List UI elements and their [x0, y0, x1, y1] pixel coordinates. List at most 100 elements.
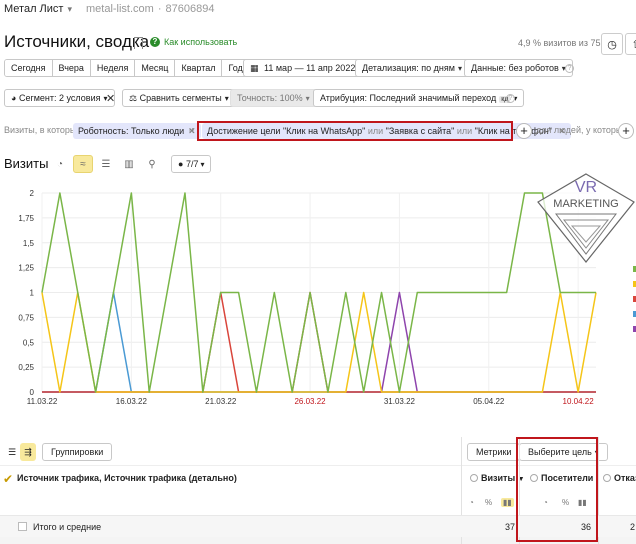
y-tick-label: 1,5: [23, 239, 35, 248]
chevron-down-icon: ▾: [305, 94, 310, 103]
x-tick-label: 11.03.22: [27, 397, 58, 406]
area-chart-icon[interactable]: ☰: [96, 155, 116, 173]
highlight-box-goals: [197, 121, 513, 141]
vr-marketing-logo: VR MARKETING: [537, 173, 635, 263]
percent-icon[interactable]: %: [485, 498, 492, 507]
x-tick-label: 31.03.22: [384, 397, 416, 406]
info-icon: [470, 474, 478, 482]
period-week[interactable]: Неделя: [90, 60, 136, 76]
y-tick-label: 0,75: [18, 313, 34, 322]
chip-label: Роботность: Только люди: [78, 126, 185, 136]
counter-id: 87606894: [165, 3, 215, 15]
pie-icon[interactable]: ◔: [469, 498, 474, 507]
map-pin-icon[interactable]: ⚲: [142, 155, 162, 173]
chevron-down-icon: ▾: [200, 160, 205, 169]
x-tick-label: 26.03.22: [294, 397, 326, 406]
x-tick-label: 10.04.22: [563, 397, 595, 406]
tree-view-icon[interactable]: ⇶: [20, 443, 36, 461]
separator-dot: ·: [157, 3, 162, 15]
clock-icon: ◷: [607, 38, 617, 51]
series-count: 7/7: [185, 159, 199, 169]
filter-and: и: [189, 125, 195, 135]
history-button[interactable]: ◷: [601, 33, 623, 55]
metrics-button[interactable]: Метрики: [467, 443, 521, 461]
chevron-down-icon[interactable]: ▾: [67, 4, 72, 15]
period-month[interactable]: Месяц: [135, 60, 176, 76]
info-icon: [603, 474, 611, 482]
date-range-picker[interactable]: ▦ 11 мар — 11 апр 2022: [243, 59, 363, 77]
date-range-label: 11 мар — 11 апр 2022: [264, 63, 356, 73]
upload-icon: ⇧: [631, 38, 636, 51]
bar-icon[interactable]: ▮▮: [501, 498, 514, 507]
checkmark-icon[interactable]: ✔: [3, 472, 13, 486]
howto-link[interactable]: ? Как использовать: [150, 37, 237, 47]
chevron-down-icon: ▾: [457, 64, 462, 73]
filter-chip-robots[interactable]: Роботность: Только люди ✕: [73, 123, 201, 139]
detail-select-label: Детализация: по дням: [362, 63, 455, 73]
series-select[interactable]: ● 7/7 ▾: [171, 155, 212, 173]
filter-suffix: для людей, у которых: [536, 125, 627, 135]
x-tick-label: 16.03.22: [116, 397, 148, 406]
chart-title: Визиты: [4, 156, 49, 171]
groupings-button[interactable]: Группировки: [42, 443, 113, 461]
highlight-box-visitors: [516, 437, 598, 542]
compare-label: Сравнить сегменты: [139, 93, 222, 103]
visits-share: 4,9 % визитов из 755: [518, 38, 606, 48]
add-filter-button[interactable]: +: [516, 123, 532, 139]
bar-chart-icon[interactable]: ▥: [119, 155, 139, 173]
totals-visits: 37: [505, 522, 516, 532]
data-select-label: Данные: без роботов: [471, 63, 559, 73]
compare-segments-select[interactable]: ⚖ Сравнить сегменты ▾: [122, 89, 236, 107]
clear-segment-icon[interactable]: ✕: [106, 92, 115, 105]
period-row: Сегодня Вчера Неделя Месяц Квартал Год: [4, 59, 250, 77]
export-button[interactable]: ⇧: [625, 33, 636, 55]
line-chart-icon[interactable]: ≈: [73, 155, 93, 173]
col-visits-label: Визиты: [481, 473, 516, 483]
help-icon[interactable]: ?: [565, 64, 574, 73]
attribution-select[interactable]: Атрибуция: Последний значимый переход кд ▾: [313, 89, 525, 107]
pie-icon: ◕: [11, 93, 17, 103]
chevron-down-icon: ▾: [224, 94, 229, 103]
y-tick-label: 1,25: [18, 264, 34, 273]
accuracy-label: Точность: 100%: [237, 93, 303, 103]
calendar-icon: ▦: [250, 63, 259, 73]
segment-select[interactable]: ◕ Сегмент: 2 условия ▾: [4, 89, 115, 107]
attribution-label: Атрибуция: Последний значимый переход: [320, 93, 497, 103]
x-tick-label: 05.04.22: [473, 397, 505, 406]
howto-label: Как использовать: [164, 37, 238, 47]
data-select[interactable]: Данные: без роботов ▾: [464, 59, 573, 77]
totals-bounce: 2: [630, 522, 636, 532]
period-quarter[interactable]: Квартал: [175, 60, 223, 76]
bookmark-icon[interactable]: [134, 37, 143, 49]
x-tick-label: 21.03.22: [205, 397, 237, 406]
filter-prefix: Визиты, в которых: [4, 125, 81, 135]
top-bar: Метал Лист ▾ metal-list.com · 87606894: [0, 0, 636, 18]
col-bounce[interactable]: Отказ: [603, 473, 636, 483]
period-segmented: Сегодня Вчера Неделя Месяц Квартал Год: [4, 59, 250, 77]
period-yesterday[interactable]: Вчера: [52, 60, 91, 76]
detail-select[interactable]: Детализация: по дням ▾: [355, 59, 469, 77]
add-user-filter-button[interactable]: +: [618, 123, 634, 139]
page-title: Источники, сводка: [4, 32, 150, 51]
compare-icon: ⚖: [129, 93, 138, 103]
y-tick-label: 2: [30, 189, 35, 198]
col-source[interactable]: Источник трафика, Источник трафика (дета…: [17, 473, 237, 483]
y-tick-label: 0,5: [23, 338, 35, 347]
totals-checkbox[interactable]: [18, 522, 27, 531]
chat-icon: ●: [178, 159, 184, 169]
totals-label: Итого и средние: [33, 522, 102, 532]
site-name[interactable]: Метал Лист: [4, 3, 63, 15]
period-today[interactable]: Сегодня: [5, 60, 53, 76]
accuracy-select[interactable]: Точность: 100% ▾: [230, 89, 317, 107]
y-tick-label: 0: [30, 388, 35, 397]
col-bounce-label: Отказ: [614, 473, 636, 483]
logo-marketing: MARKETING: [553, 198, 618, 210]
list-view-icon[interactable]: ☰: [4, 443, 20, 461]
pie-chart-icon[interactable]: ◔: [50, 155, 70, 173]
title-bar: Источники, сводка ? Как использовать 4,9…: [0, 30, 636, 55]
y-tick-label: 1: [30, 289, 35, 298]
y-tick-label: 0,25: [18, 363, 34, 372]
y-tick-label: 1,75: [18, 214, 34, 223]
help-icon[interactable]: ?: [506, 94, 515, 103]
logo-vr: VR: [575, 179, 597, 196]
